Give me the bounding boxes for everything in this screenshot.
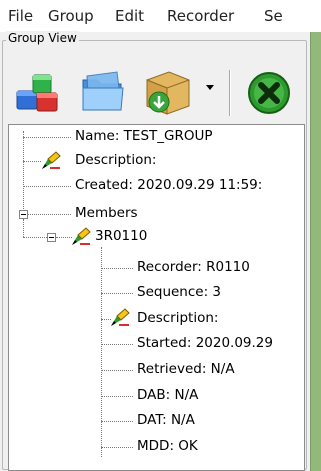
recorder-mdd[interactable]: MDD: OK: [137, 438, 198, 454]
collapse-members-icon[interactable]: [19, 210, 28, 219]
tree-line: [101, 344, 133, 345]
tree-line: [23, 137, 71, 138]
folder-button[interactable]: [77, 66, 129, 118]
group-view-title: Group View: [6, 31, 79, 45]
database-button[interactable]: [13, 67, 65, 117]
collapse-recorder-icon[interactable]: [47, 233, 56, 242]
menu-edit[interactable]: Edit: [115, 7, 144, 25]
tree-line: [23, 237, 47, 238]
tree-line: [101, 247, 102, 457]
tree-line: [101, 293, 133, 294]
toolbar-separator: [229, 70, 230, 116]
tree-line: [23, 161, 41, 162]
tree-line: [23, 186, 71, 187]
menu-file[interactable]: File: [8, 7, 33, 25]
tree-line: [23, 131, 24, 215]
package-download-icon: [146, 71, 190, 115]
recorder-description[interactable]: Description:: [137, 310, 218, 326]
recorder-dab[interactable]: DAB: N/A: [137, 387, 198, 403]
group-tree[interactable]: Name: TEST_GROUP Description: Created: 2…: [8, 124, 305, 471]
members-node[interactable]: Members: [75, 205, 138, 221]
recorder-retrieved[interactable]: Retrieved: N/A: [137, 361, 235, 377]
edit-pencil-icon: [42, 151, 61, 169]
tree-line: [101, 268, 133, 269]
group-description[interactable]: Description:: [75, 152, 156, 168]
edit-pencil-icon: [72, 227, 91, 245]
tree-line: [101, 421, 133, 422]
menu-group[interactable]: Group: [48, 7, 94, 25]
group-name[interactable]: Name: TEST_GROUP: [75, 128, 213, 144]
tree-line: [27, 214, 71, 215]
folder-icon: [82, 71, 124, 111]
menu-recorder[interactable]: Recorder: [167, 7, 234, 25]
menu-settings[interactable]: Se: [264, 7, 283, 25]
package-download-button[interactable]: [141, 66, 195, 118]
edit-pencil-icon: [111, 308, 130, 326]
database-stack-icon: [16, 74, 58, 112]
tree-line: [101, 370, 133, 371]
recorder-id[interactable]: Recorder: R0110: [137, 259, 250, 275]
recorder-started[interactable]: Started: 2020.09.29: [137, 335, 273, 351]
close-circle-icon: [248, 72, 290, 114]
group-created[interactable]: Created: 2020.09.29 11:59:: [75, 177, 262, 193]
chevron-down-icon[interactable]: [206, 85, 214, 90]
tree-line: [101, 447, 133, 448]
tree-line: [23, 219, 24, 237]
recorder-sequence[interactable]: Sequence: 3: [137, 284, 221, 300]
close-group-button[interactable]: [243, 68, 295, 118]
tree-line: [101, 396, 133, 397]
adjacent-pane: [310, 32, 321, 471]
menu-bar: File Group Edit Recorder Se: [0, 0, 321, 32]
recorder-dat[interactable]: DAT: N/A: [137, 412, 195, 428]
recorder-node[interactable]: 3R0110: [95, 228, 147, 244]
